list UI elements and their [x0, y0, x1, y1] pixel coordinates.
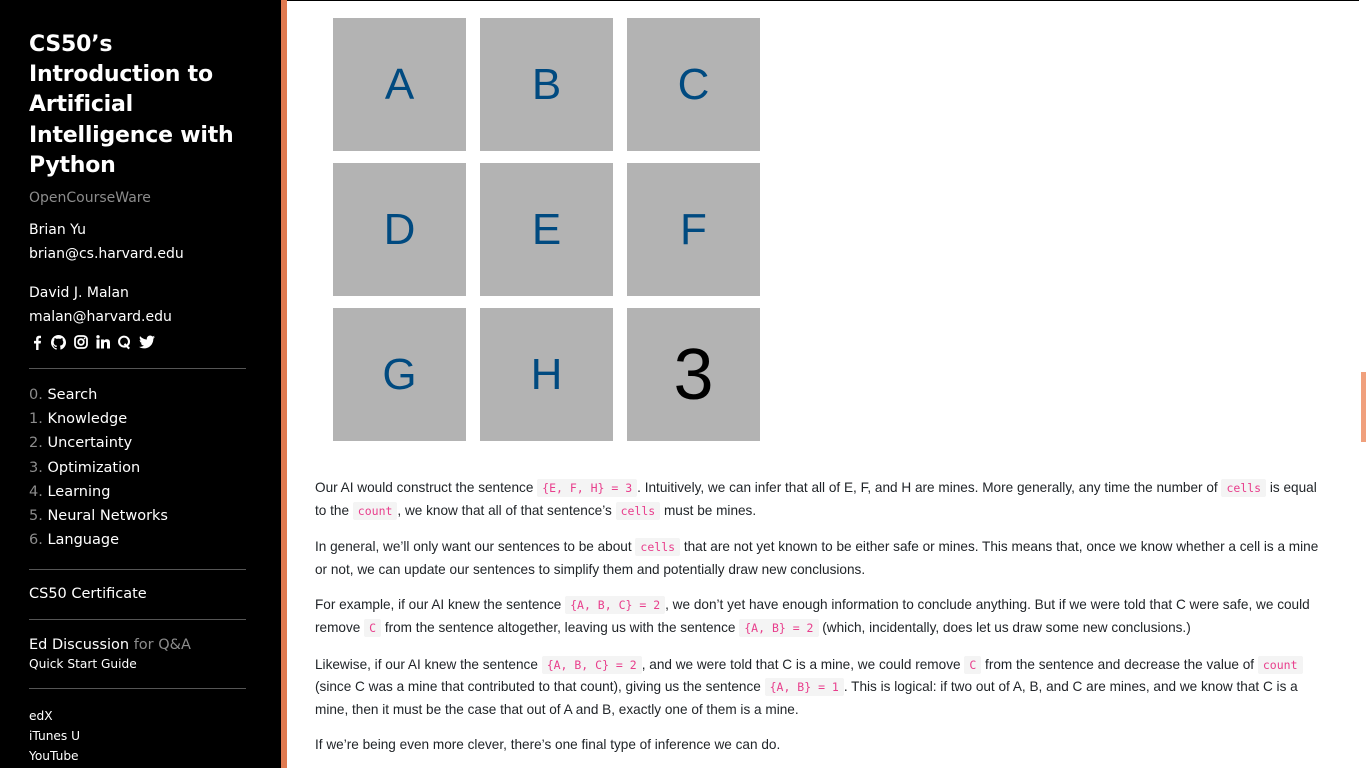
code-snippet: cells: [635, 538, 681, 557]
ed-discussion: Ed Discussion for Q&A: [29, 637, 281, 653]
grid-cell: D: [333, 163, 466, 296]
code-snippet: count: [352, 501, 398, 520]
nav-num: 5.: [29, 508, 43, 525]
paragraph: In general, we’ll only want our sentence…: [315, 536, 1325, 580]
nav-num: 0.: [29, 387, 43, 404]
nav-item-knowledge[interactable]: 1. Knowledge: [29, 407, 281, 431]
nav-num: 6.: [29, 532, 43, 549]
code-snippet: cells: [615, 501, 661, 520]
grid-cell: E: [480, 163, 613, 296]
edx-link[interactable]: edX: [29, 706, 281, 726]
text: , and we were told that C is a mine, we …: [641, 656, 965, 672]
paragraph: Our AI would construct the sentence {E, …: [315, 477, 1325, 522]
author-email-link[interactable]: brian@cs.harvard.edu: [29, 242, 281, 266]
nav-label[interactable]: Search: [47, 387, 97, 403]
text: must be mines.: [660, 502, 757, 518]
author-brian: Brian Yu brian@cs.harvard.edu: [29, 218, 281, 266]
twitter-icon[interactable]: [139, 335, 155, 350]
nav-num: 3.: [29, 459, 43, 476]
sidebar-divider: [29, 619, 246, 621]
course-title[interactable]: CS50’s Introduction to Artificial Intell…: [29, 30, 249, 181]
cs50-certificate-link[interactable]: CS50 Certificate: [29, 586, 281, 602]
text: from the sentence and decrease the value…: [981, 656, 1258, 672]
text: , we know that all of that sentence’s: [397, 502, 616, 518]
ed-discussion-suffix: for Q&A: [133, 637, 191, 654]
quick-start-guide-link[interactable]: Quick Start Guide: [29, 657, 281, 671]
text: If we’re being even more clever, there’s…: [315, 737, 781, 753]
code-snippet: {A, B} = 2: [739, 618, 819, 637]
sidebar-divider: [29, 368, 246, 370]
code-snippet: {A, B, C} = 2: [565, 596, 666, 615]
text: Our AI would construct the sentence: [315, 480, 538, 495]
nav-num: 2.: [29, 435, 43, 452]
author-name: Brian Yu: [29, 222, 86, 239]
nav-label[interactable]: Language: [47, 532, 119, 548]
nav-num: 4.: [29, 483, 43, 500]
text: from the sentence altogether, leaving us…: [381, 619, 740, 635]
nav-label[interactable]: Learning: [47, 484, 110, 500]
text: Likewise, if our AI knew the sentence: [315, 656, 542, 672]
lecture-nav: 0. Search 1. Knowledge 2. Uncertainty 3.…: [29, 383, 281, 552]
quora-icon[interactable]: [117, 335, 132, 350]
github-icon[interactable]: [51, 334, 66, 350]
nav-item-optimization[interactable]: 3. Optimization: [29, 456, 281, 480]
grid-cell-count: 3: [627, 308, 760, 441]
itunes-link[interactable]: iTunes U: [29, 726, 281, 746]
author-email-link[interactable]: malan@harvard.edu: [29, 305, 281, 329]
paragraph: Likewise, if our AI knew the sentence {A…: [315, 654, 1325, 721]
instagram-icon[interactable]: [73, 334, 88, 350]
linkedin-icon[interactable]: [95, 334, 110, 350]
grid-cell: A: [333, 18, 466, 151]
sidebar: CS50’s Introduction to Artificial Intell…: [0, 0, 281, 768]
external-links: edX iTunes U YouTube: [29, 706, 281, 766]
text: (which, incidentally, does let us draw s…: [818, 619, 1191, 635]
grid-cell: G: [333, 308, 466, 441]
code-snippet: {A, B} = 1: [764, 678, 844, 697]
article-text: Our AI would construct the sentence {E, …: [315, 477, 1325, 768]
sidebar-divider: [29, 569, 246, 571]
text: (since C was a mine that contributed to …: [315, 679, 765, 695]
code-snippet: cells: [1221, 479, 1267, 497]
nav-item-neural-networks[interactable]: 5. Neural Networks: [29, 504, 281, 528]
ed-discussion-link[interactable]: Ed Discussion: [29, 637, 129, 653]
grid-cell: C: [627, 18, 760, 151]
grid-cell: H: [480, 308, 613, 441]
nav-item-search[interactable]: 0. Search: [29, 383, 281, 407]
social-links: [29, 333, 281, 351]
nav-item-learning[interactable]: 4. Learning: [29, 480, 281, 504]
code-snippet: count: [1257, 655, 1303, 674]
text: For example, if our AI knew the sentence: [315, 597, 566, 613]
nav-item-language[interactable]: 6. Language: [29, 528, 281, 552]
paragraph: If we’re being even more clever, there’s…: [315, 734, 1325, 756]
code-snippet: {A, B, C} = 2: [541, 655, 642, 674]
youtube-link[interactable]: YouTube: [29, 746, 281, 766]
text: . Intuitively, we can infer that all of …: [637, 480, 1222, 495]
top-border: [287, 0, 1359, 1]
nav-label[interactable]: Neural Networks: [47, 508, 168, 524]
scrollbar-thumb[interactable]: [1361, 372, 1366, 442]
nav-item-uncertainty[interactable]: 2. Uncertainty: [29, 431, 281, 455]
code-snippet: {E, F, H} = 3: [537, 479, 638, 497]
nav-label[interactable]: Uncertainty: [47, 435, 132, 451]
grid-cell: F: [627, 163, 760, 296]
nav-num: 1.: [29, 411, 43, 428]
main-content: A B C D E F G H 3 Our AI would construct…: [287, 0, 1366, 768]
opencourseware-label: OpenCourseWare: [29, 190, 151, 207]
grid-cell: B: [480, 18, 613, 151]
facebook-icon[interactable]: [29, 335, 44, 350]
nav-label[interactable]: Knowledge: [47, 411, 127, 427]
text: In general, we’ll only want our sentence…: [315, 539, 636, 555]
nav-label[interactable]: Optimization: [47, 460, 140, 476]
author-david: David J. Malan malan@harvard.edu: [29, 281, 281, 329]
author-name: David J. Malan: [29, 285, 129, 302]
code-snippet: C: [964, 655, 982, 674]
code-snippet: C: [364, 618, 382, 637]
paragraph: For example, if our AI knew the sentence…: [315, 594, 1325, 639]
sidebar-divider: [29, 688, 246, 690]
